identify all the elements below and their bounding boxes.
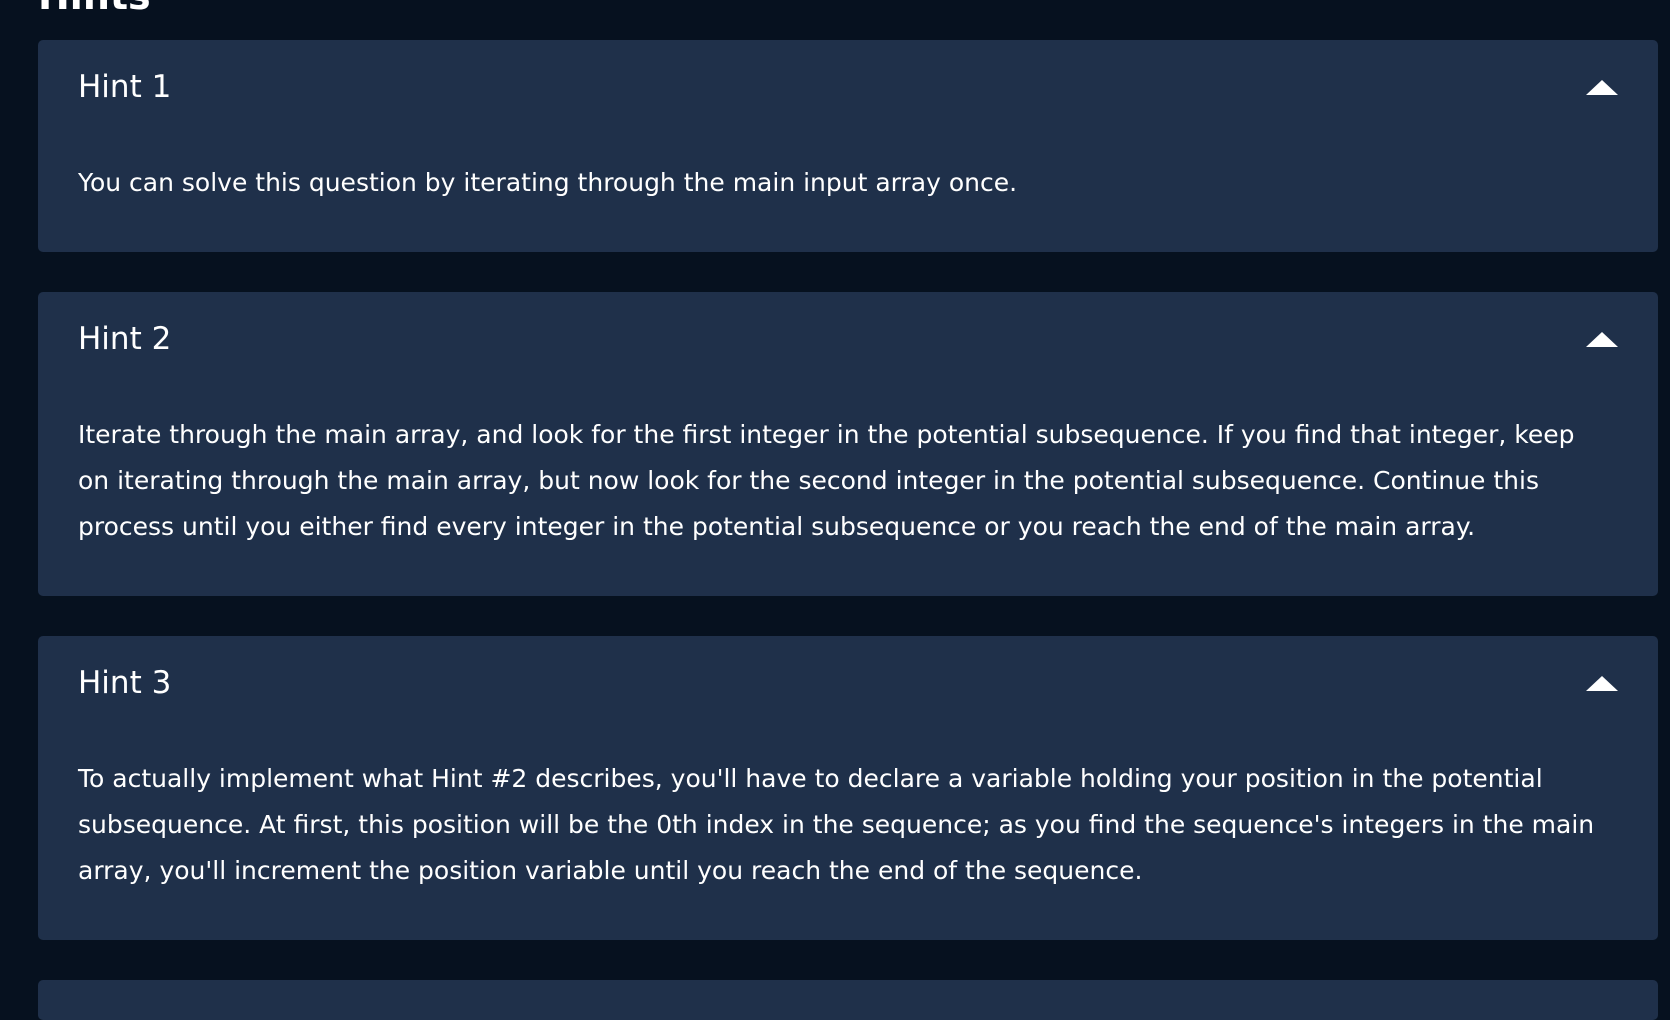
hint-2-title: Hint 2 xyxy=(78,321,172,357)
hint-card-3: Hint 3 To actually implement what Hint #… xyxy=(38,636,1658,940)
chevron-up-icon[interactable] xyxy=(1586,331,1618,347)
hint-1-toggle[interactable]: Hint 1 xyxy=(78,70,1618,104)
chevron-up-icon[interactable] xyxy=(1586,79,1618,95)
hint-3-toggle[interactable]: Hint 3 xyxy=(78,666,1618,700)
hint-2-toggle[interactable]: Hint 2 xyxy=(78,322,1618,356)
section-heading: Hints xyxy=(38,0,151,18)
hint-1-body: You can solve this question by iterating… xyxy=(78,168,1018,197)
chevron-up-icon[interactable] xyxy=(1586,675,1618,691)
hint-3-title: Hint 3 xyxy=(78,665,172,701)
hints-list: Hint 1 You can solve this question by it… xyxy=(38,40,1658,1020)
hint-1-title: Hint 1 xyxy=(78,69,172,105)
hint-3-body: To actually implement what Hint #2 descr… xyxy=(78,764,1595,885)
hint-card-2: Hint 2 Iterate through the main array, a… xyxy=(38,292,1658,596)
hint-card-4-partial[interactable] xyxy=(38,980,1658,1020)
hint-card-1: Hint 1 You can solve this question by it… xyxy=(38,40,1658,252)
hint-2-body: Iterate through the main array, and look… xyxy=(78,420,1575,541)
